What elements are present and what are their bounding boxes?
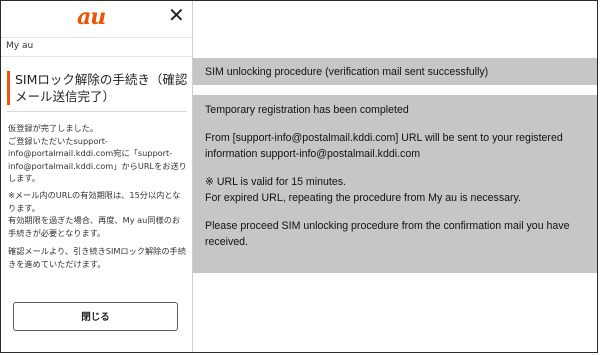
- page-title-block: SIMロック解除の手続き（確認メール送信完了）: [7, 71, 195, 105]
- close-icon[interactable]: ✕: [168, 5, 185, 25]
- registration-message-text: 仮登録が完了しました。 ご登録いただいたsupport-info@portalma…: [8, 123, 187, 183]
- translation-header-text: SIM unlocking procedure (verification ma…: [205, 66, 489, 78]
- top-bar: au ✕: [1, 1, 192, 38]
- url-expiry-note-text: ※メール内のURLの有効期限は、15分以内となります。 有効期限を過ぎた場合、再度…: [8, 190, 181, 238]
- translation-line: Please proceed SIM unlocking procedure f…: [205, 220, 570, 248]
- page-title: SIMロック解除の手続き（確認メール送信完了）: [15, 72, 188, 104]
- au-logo: au: [77, 4, 106, 30]
- translation-body-callout: Temporary registration has been complete…: [193, 95, 597, 273]
- divider: [1, 56, 192, 57]
- divider: [7, 111, 187, 112]
- next-step-note-text: 確認メールより、引き続きSIMロック解除の手続きを進めていただけます。: [8, 246, 186, 269]
- translation-line: For expired URL, repeating the procedure…: [205, 192, 521, 204]
- breadcrumb: My au: [6, 41, 34, 51]
- translation-line: From [support-info@postalmail.kddi.com] …: [205, 132, 563, 160]
- translation-line: ※ URL is valid for 15 minutes.: [205, 176, 346, 188]
- translation-line: Temporary registration has been complete…: [205, 104, 409, 116]
- close-button[interactable]: 閉じる: [13, 302, 178, 331]
- next-step-note: 確認メールより、引き続きSIMロック解除の手続きを進めていただけます。: [8, 245, 188, 270]
- registration-message: 仮登録が完了しました。 ご登録いただいたsupport-info@portalma…: [8, 122, 188, 185]
- translation-header-callout: SIM unlocking procedure (verification ma…: [193, 58, 597, 85]
- url-expiry-note: ※メール内のURLの有効期限は、15分以内となります。 有効期限を過ぎた場合、再度…: [8, 189, 188, 239]
- phone-panel: au ✕ My au SIMロック解除の手続き（確認メール送信完了） 仮登録が完…: [1, 1, 193, 352]
